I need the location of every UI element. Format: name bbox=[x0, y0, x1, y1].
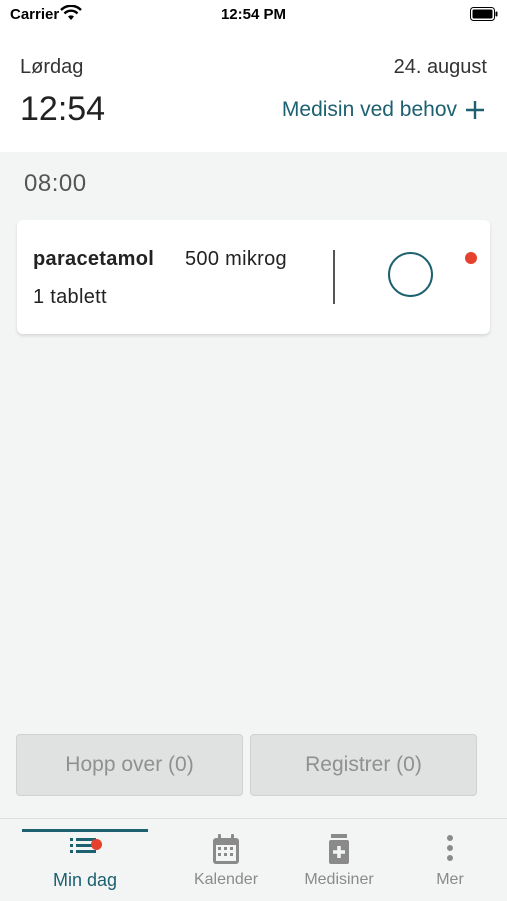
medicine-icon bbox=[327, 833, 351, 870]
tab-label: Mer bbox=[436, 871, 464, 888]
day-header: Lørdag 24. august 12:54 Medisin ved beho… bbox=[0, 30, 507, 152]
status-bar: Carrier 12:54 PM bbox=[0, 0, 507, 30]
tab-mer[interactable]: Mer bbox=[410, 819, 490, 901]
date-label: 24. august bbox=[393, 56, 487, 78]
status-time: 12:54 PM bbox=[220, 6, 287, 23]
tab-min-dag[interactable]: Min dag bbox=[22, 819, 148, 901]
tab-bar: Min dag Kalender Medisiner Mer bbox=[0, 818, 507, 901]
medication-card[interactable]: paracetamol 500 mikrog 1 tablett bbox=[17, 220, 490, 334]
medication-dose: 1 tablett bbox=[33, 286, 107, 308]
notification-badge bbox=[91, 839, 102, 850]
card-divider bbox=[333, 250, 335, 304]
tab-label: Kalender bbox=[193, 871, 259, 888]
register-button[interactable]: Registrer (0) bbox=[250, 734, 477, 796]
dose-time-heading: 08:00 bbox=[24, 170, 87, 197]
plus-icon bbox=[465, 100, 485, 120]
battery-icon bbox=[470, 7, 498, 21]
skip-button[interactable]: Hopp over (0) bbox=[16, 734, 243, 796]
tab-label: Medisiner bbox=[304, 871, 374, 888]
medication-name: paracetamol bbox=[33, 248, 155, 270]
take-dose-checkbox[interactable] bbox=[388, 252, 433, 297]
medication-strength: 500 mikrog bbox=[185, 248, 287, 270]
tab-kalender[interactable]: Kalender bbox=[172, 819, 280, 901]
alert-dot bbox=[465, 252, 477, 264]
more-icon bbox=[446, 833, 454, 868]
calendar-icon bbox=[212, 833, 240, 870]
active-tab-indicator bbox=[22, 829, 148, 832]
weekday-label: Lørdag bbox=[20, 56, 84, 78]
prn-medication-label: Medisin ved behov bbox=[281, 98, 457, 121]
tab-label: Min dag bbox=[52, 870, 118, 890]
current-time: 12:54 bbox=[20, 90, 106, 128]
prn-medication-button[interactable]: Medisin ved behov bbox=[282, 98, 485, 122]
tab-medisiner[interactable]: Medisiner bbox=[285, 819, 393, 901]
